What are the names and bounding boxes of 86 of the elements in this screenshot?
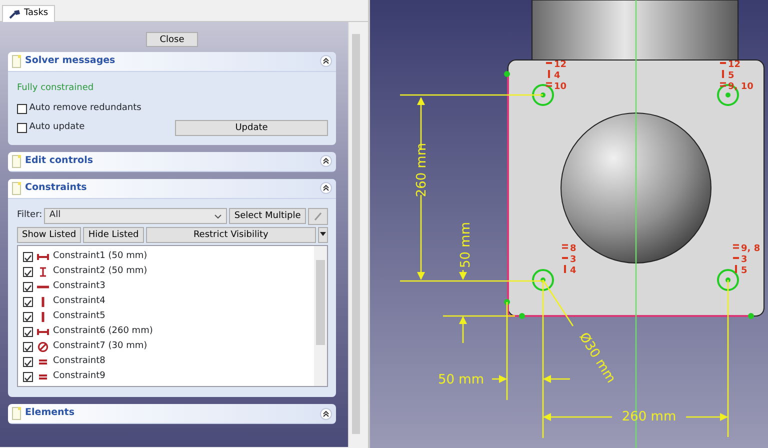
constraint-annotation: 5 (741, 266, 748, 276)
constraint-item[interactable]: Constraint4 (18, 294, 314, 309)
checkbox[interactable] (23, 266, 33, 276)
constraint-item[interactable]: Constraint6 (260 mm) (18, 324, 314, 339)
collapse-icon (320, 55, 332, 67)
scrollbar-thumb[interactable] (352, 34, 360, 434)
panel-header[interactable]: Solver messages (8, 52, 336, 72)
note-icon (12, 407, 21, 420)
constraint-annotation: 10 (554, 82, 567, 92)
constraint-annotation: 9, 8 (741, 244, 760, 254)
equal-constraint-icon (561, 244, 569, 249)
status-message: Fully constrained (17, 82, 95, 94)
dimension-label: 260 mm (414, 142, 430, 198)
panel-header[interactable]: Edit controls (8, 152, 336, 172)
dimension-label: 50 mm (438, 372, 484, 388)
constraint-annotation: 3 (570, 255, 576, 265)
checkbox[interactable] (23, 342, 33, 352)
checkbox[interactable] (23, 312, 33, 322)
constraint-annotation: 12 (728, 60, 741, 70)
pencil-icon (9, 9, 21, 19)
leader-line (542, 280, 574, 326)
constraint-item[interactable]: Constraint7 (30 mm) (18, 339, 314, 354)
diameter-icon (37, 342, 49, 352)
note-icon (12, 154, 21, 168)
panel-title: Edit controls (25, 154, 94, 168)
equal-icon (37, 372, 49, 382)
panel-title: Elements (25, 406, 76, 420)
show-listed-button[interactable]: Show Listed (17, 226, 82, 243)
brush-icon (313, 210, 323, 221)
hole-circle (532, 269, 554, 291)
constraint-annotation: 4 (570, 266, 576, 276)
panel-header[interactable]: Constraints (8, 178, 336, 198)
constraint-annotation: 8 (570, 244, 576, 254)
equal-icon (37, 356, 49, 366)
equal-constraint-icon (545, 82, 553, 87)
panel-title: Solver messages (25, 54, 116, 68)
triangle-icon (320, 232, 326, 236)
panel-title: Constraints (25, 180, 88, 195)
collapse-icon (320, 408, 332, 420)
horizontal-distance-icon (37, 252, 49, 262)
checkbox-label: Auto update (29, 121, 86, 134)
checkbox[interactable] (23, 372, 33, 382)
constraint-annotation: 5 (728, 71, 734, 81)
equal-constraint-icon (732, 244, 740, 249)
constraint-item[interactable]: Constraint2 (50 mm) (18, 264, 314, 279)
constraint-item[interactable]: Constraint3 (18, 279, 314, 294)
constraint-annotation: 12 (554, 60, 567, 70)
checkbox[interactable] (17, 104, 27, 114)
constraint-item[interactable]: Constraint5 (18, 309, 314, 324)
filter-label: Filter: (17, 209, 42, 222)
checkbox[interactable] (23, 356, 33, 366)
constraint-item[interactable]: Constraint1 (50 mm) (18, 249, 314, 264)
dropdown-button[interactable] (318, 226, 328, 243)
chevron-icon (214, 214, 222, 218)
constraint-item[interactable]: Constraint9 (18, 369, 314, 384)
note-icon (12, 182, 21, 194)
checkbox[interactable] (23, 296, 33, 306)
constraint-annotation: 3 (741, 255, 748, 265)
vertical-distance-icon (37, 266, 49, 276)
select-multiple-button[interactable]: Select Multiple (229, 208, 306, 224)
horizontal-distance-icon (37, 326, 49, 336)
close-button[interactable]: Close (146, 32, 198, 47)
update-button[interactable]: Update (175, 120, 328, 136)
checkbox[interactable] (23, 326, 33, 336)
dimension-label: 260 mm (622, 410, 676, 425)
checkbox[interactable] (23, 282, 33, 292)
constraint-item[interactable]: Constraint8 (18, 354, 314, 369)
dimension-label: 50 mm (458, 222, 474, 268)
hole-circle (717, 269, 739, 291)
collapse-icon (320, 182, 332, 194)
panel-header[interactable]: Elements (8, 404, 336, 424)
scrollbar[interactable] (348, 22, 362, 447)
list-scrollbar[interactable] (314, 246, 327, 386)
hide-listed-button[interactable]: Hide Listed (83, 226, 144, 243)
hole-circle (532, 84, 554, 106)
scrollbar-thumb[interactable] (316, 260, 325, 345)
constraint-annotation: 4 (554, 71, 560, 81)
restrict-visibility-button[interactable]: Restrict Visibility (146, 226, 316, 243)
equal-constraint-icon (719, 82, 727, 87)
collapse-icon (320, 155, 332, 167)
checkbox[interactable] (23, 252, 33, 262)
tasks-tab[interactable]: Tasks (2, 5, 56, 22)
checkbox-label: Auto remove redundants (29, 102, 142, 116)
note-icon (12, 54, 21, 68)
checkbox[interactable] (17, 123, 27, 133)
filter-dropdown[interactable]: All (44, 208, 228, 224)
